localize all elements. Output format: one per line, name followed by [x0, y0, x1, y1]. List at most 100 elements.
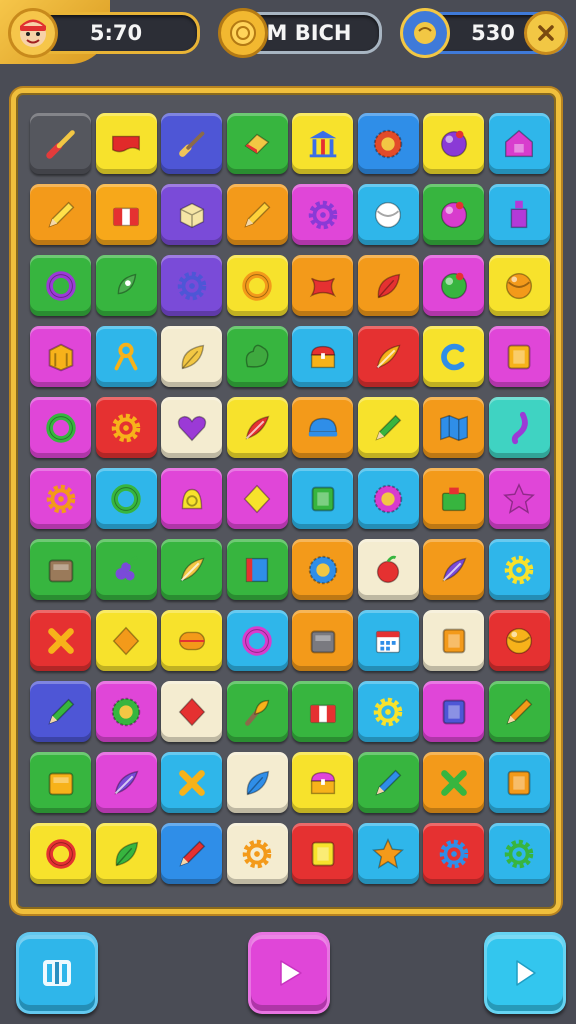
tile-r1-c7[interactable] [423, 113, 484, 174]
tile-r5-c3[interactable] [161, 397, 222, 458]
close-icon[interactable] [524, 11, 568, 55]
tile-r9-c5[interactable] [292, 681, 353, 742]
frame-icon [500, 764, 538, 802]
tile-r9-c8[interactable] [488, 681, 550, 742]
tile-r5-c7[interactable] [423, 397, 484, 458]
tile-r7-c5[interactable] [292, 539, 353, 600]
tile-r2-c2[interactable] [95, 184, 157, 245]
tile-r11-c6[interactable] [357, 823, 419, 884]
tile-r10-c3[interactable] [161, 752, 222, 813]
tile-r2-c5[interactable] [292, 184, 353, 245]
feather-icon [107, 764, 145, 802]
tile-r3-c8[interactable] [488, 255, 550, 316]
tile-r7-c8[interactable] [488, 539, 550, 600]
tile-r1-c2[interactable] [95, 113, 157, 174]
tile-r11-c1[interactable] [30, 823, 91, 884]
tile-r3-c5[interactable] [292, 255, 353, 316]
tile-r8-c6[interactable] [357, 610, 419, 671]
tile-r5-c1[interactable] [30, 397, 91, 458]
tile-r10-c7[interactable] [423, 752, 484, 813]
tile-r4-c1[interactable] [30, 326, 91, 387]
tile-r2-c6[interactable] [357, 184, 419, 245]
tile-r9-c2[interactable] [95, 681, 157, 742]
tile-r11-c3[interactable] [161, 823, 222, 884]
tile-r6-c5[interactable] [292, 468, 353, 529]
tile-r10-c8[interactable] [488, 752, 550, 813]
tile-r2-c1[interactable] [30, 184, 91, 245]
tile-r1-c1[interactable] [30, 113, 91, 174]
tile-r10-c1[interactable] [30, 752, 91, 813]
tile-r10-c4[interactable] [226, 752, 288, 813]
tile-r6-c7[interactable] [423, 468, 484, 529]
tile-r8-c4[interactable] [226, 610, 288, 671]
brush-icon [173, 125, 211, 163]
tile-r3-c4[interactable] [226, 255, 288, 316]
tile-r8-c1[interactable] [30, 610, 91, 671]
tile-r8-c2[interactable] [95, 610, 157, 671]
tile-r8-c7[interactable] [423, 610, 484, 671]
tile-r2-c7[interactable] [423, 184, 484, 245]
pencil-icon [369, 764, 407, 802]
tile-r4-c4[interactable] [226, 326, 288, 387]
tile-r10-c5[interactable] [292, 752, 353, 813]
next-button[interactable] [484, 932, 566, 1014]
tile-r5-c4[interactable] [226, 397, 288, 458]
tile-r8-c5[interactable] [292, 610, 353, 671]
tile-r4-c8[interactable] [488, 326, 550, 387]
tile-r6-c2[interactable] [95, 468, 157, 529]
tile-r10-c2[interactable] [95, 752, 157, 813]
tile-r5-c2[interactable] [95, 397, 157, 458]
tile-r9-c4[interactable] [226, 681, 288, 742]
tile-r1-c3[interactable] [161, 113, 222, 174]
tile-r4-c7[interactable] [423, 326, 484, 387]
tile-r7-c1[interactable] [30, 539, 91, 600]
pencil-icon [369, 409, 407, 447]
tile-r11-c4[interactable] [226, 823, 288, 884]
tile-r6-c6[interactable] [357, 468, 419, 529]
ribbon-icon [107, 338, 145, 376]
tile-r3-c6[interactable] [357, 255, 419, 316]
tile-r3-c2[interactable] [95, 255, 157, 316]
tile-r6-c4[interactable] [226, 468, 288, 529]
tile-r9-c3[interactable] [161, 681, 222, 742]
tile-r10-c6[interactable] [357, 752, 419, 813]
tile-r6-c3[interactable] [161, 468, 222, 529]
tile-r5-c5[interactable] [292, 397, 353, 458]
tile-r4-c5[interactable] [292, 326, 353, 387]
tile-r3-c7[interactable] [423, 255, 484, 316]
tile-r6-c1[interactable] [30, 468, 91, 529]
tile-r1-c6[interactable] [357, 113, 419, 174]
tile-r4-c6[interactable] [357, 326, 419, 387]
tile-r1-c5[interactable] [292, 113, 353, 174]
play-button[interactable] [248, 932, 330, 1014]
tile-r5-c6[interactable] [357, 397, 419, 458]
tile-r8-c3[interactable] [161, 610, 222, 671]
tile-r8-c8[interactable] [488, 610, 550, 671]
tile-r1-c4[interactable] [226, 113, 288, 174]
menu-button[interactable] [16, 932, 98, 1014]
tile-r11-c5[interactable] [292, 823, 353, 884]
tile-r7-c3[interactable] [161, 539, 222, 600]
tile-r4-c3[interactable] [161, 326, 222, 387]
tile-r7-c7[interactable] [423, 539, 484, 600]
tile-r6-c8[interactable] [488, 468, 550, 529]
tile-r7-c6[interactable] [357, 539, 419, 600]
tile-r2-c8[interactable] [488, 184, 550, 245]
tile-r1-c8[interactable] [488, 113, 550, 174]
tile-r9-c6[interactable] [357, 681, 419, 742]
tile-r2-c4[interactable] [226, 184, 288, 245]
tile-r7-c4[interactable] [226, 539, 288, 600]
avatar-icon[interactable] [8, 8, 58, 58]
tile-r4-c2[interactable] [95, 326, 157, 387]
tile-r11-c7[interactable] [423, 823, 484, 884]
tile-r11-c2[interactable] [95, 823, 157, 884]
tile-r3-c3[interactable] [161, 255, 222, 316]
tile-r9-c1[interactable] [30, 681, 91, 742]
tile-r2-c3[interactable] [161, 184, 222, 245]
tile-r9-c7[interactable] [423, 681, 484, 742]
tile-r11-c8[interactable] [488, 823, 550, 884]
tile-r3-c1[interactable] [30, 255, 91, 316]
tile-r5-c8[interactable] [488, 397, 550, 458]
box-icon [304, 622, 342, 660]
tile-r7-c2[interactable] [95, 539, 157, 600]
